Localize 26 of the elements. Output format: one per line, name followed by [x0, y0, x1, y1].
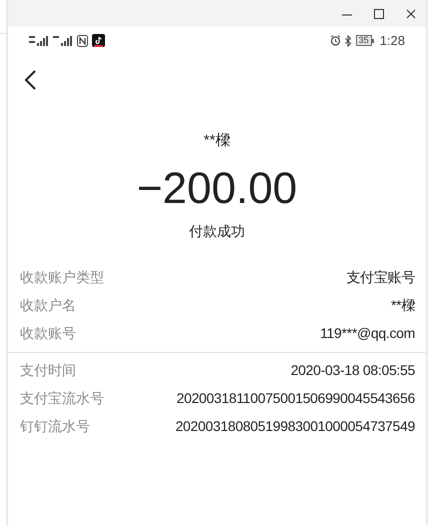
field-value: 20200318080519983001000054737549 [175, 417, 415, 436]
field-label: 钉钉流水号 [20, 417, 90, 436]
signal-icon [53, 36, 73, 46]
field-label: 收款账户类型 [20, 268, 104, 287]
nfc-icon [77, 34, 88, 46]
back-icon[interactable] [24, 70, 36, 90]
alarm-icon [330, 35, 341, 46]
field-label: 收款户名 [20, 296, 76, 315]
field-value: 支付宝账号 [346, 268, 415, 287]
clock-time: 1:28 [380, 32, 405, 50]
field-label: 收款账号 [20, 324, 76, 343]
status-text: 付款成功 [189, 222, 245, 240]
field-value: 119***@qq.com [320, 324, 415, 343]
signal-icon [29, 36, 49, 46]
field-value: **樑 [391, 296, 415, 315]
battery-icon: 35 [356, 35, 374, 46]
app-icon [92, 34, 105, 47]
field-label: 支付宝流水号 [20, 389, 104, 408]
close-icon[interactable] [406, 8, 416, 18]
payee-name: **樑 [204, 131, 230, 151]
field-value: 20200318110075001506990045543656 [176, 389, 415, 408]
field-value: 2020-03-18 08:05:55 [290, 361, 415, 380]
bluetooth-icon [344, 34, 352, 46]
amount-text: −200.00 [136, 162, 298, 214]
maximize-icon[interactable] [374, 8, 384, 18]
field-label: 支付时间 [20, 361, 76, 380]
